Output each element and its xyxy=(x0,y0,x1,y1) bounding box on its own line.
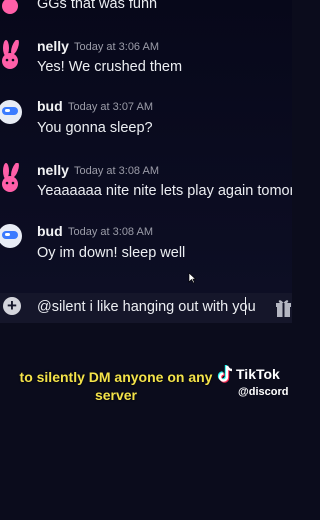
message-text: Yeaaaaaa nite nite lets play again tomor… xyxy=(37,183,292,199)
message-text: GGs that was funn xyxy=(37,0,158,12)
add-attachment-button[interactable]: + xyxy=(3,297,21,315)
username[interactable]: nelly xyxy=(37,38,69,54)
astronaut-icon[interactable] xyxy=(0,98,24,128)
timestamp: Today at 3:07 AM xyxy=(68,101,153,113)
chat-messages: GGs that was funn nelly Today at 3:06 AM… xyxy=(0,0,292,293)
timestamp: Today at 3:08 AM xyxy=(68,226,153,238)
text-caret xyxy=(245,297,246,315)
timestamp: Today at 3:08 AM xyxy=(74,165,159,177)
bunny-icon[interactable] xyxy=(0,163,22,193)
message-text: Yes! We crushed them xyxy=(37,59,183,75)
caption-line: to silently DM anyone on any xyxy=(19,369,213,385)
username[interactable]: bud xyxy=(37,223,63,239)
video-caption: to silently DM anyone on any server xyxy=(0,368,232,404)
bunny-icon[interactable] xyxy=(0,40,22,70)
message-text: You gonna sleep? xyxy=(37,120,153,136)
message-text: Oy im down! sleep well xyxy=(37,245,186,261)
astronaut-icon[interactable] xyxy=(0,222,24,252)
timestamp: Today at 3:06 AM xyxy=(74,41,159,53)
tiktok-brand-name: TikTok xyxy=(236,366,280,382)
caption-line: server xyxy=(94,387,138,403)
username[interactable]: nelly xyxy=(37,162,69,178)
username[interactable]: bud xyxy=(37,98,63,114)
tiktok-handle: @discord xyxy=(238,386,289,398)
gift-icon[interactable] xyxy=(275,296,292,318)
message-input[interactable]: @silent i like hanging out with you xyxy=(37,299,256,315)
tiktok-logo-icon xyxy=(217,365,233,383)
bunny-icon[interactable] xyxy=(0,0,22,14)
mouse-pointer-icon xyxy=(188,272,196,284)
